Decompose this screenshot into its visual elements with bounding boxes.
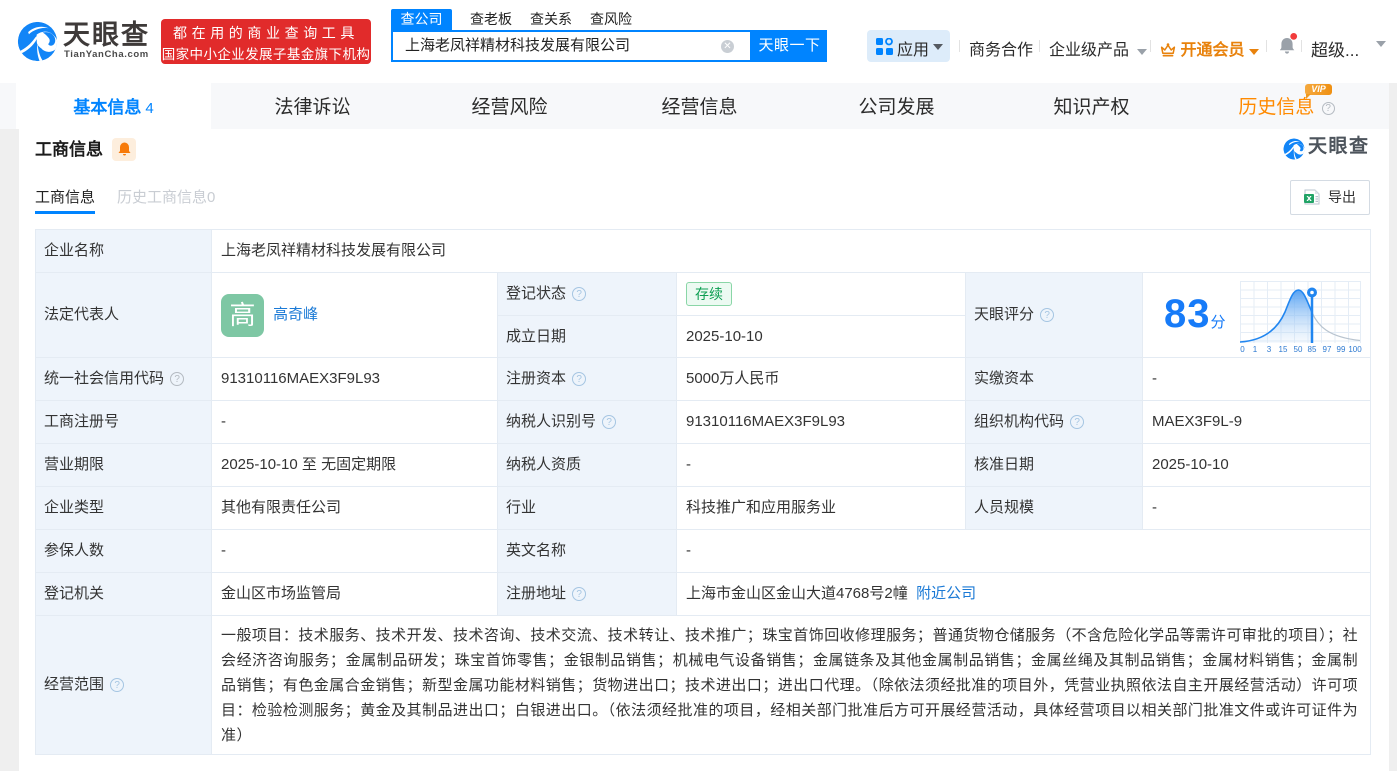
svg-text:0: 0 [1240,345,1245,354]
svg-text:50: 50 [1294,345,1303,354]
svg-text:97: 97 [1323,345,1332,354]
svg-text:1: 1 [1253,345,1258,354]
svg-text:99: 99 [1337,345,1346,354]
svg-text:3: 3 [1267,345,1272,354]
svg-text:100: 100 [1348,345,1362,354]
svg-text:15: 15 [1279,345,1288,354]
svg-text:85: 85 [1308,345,1317,354]
